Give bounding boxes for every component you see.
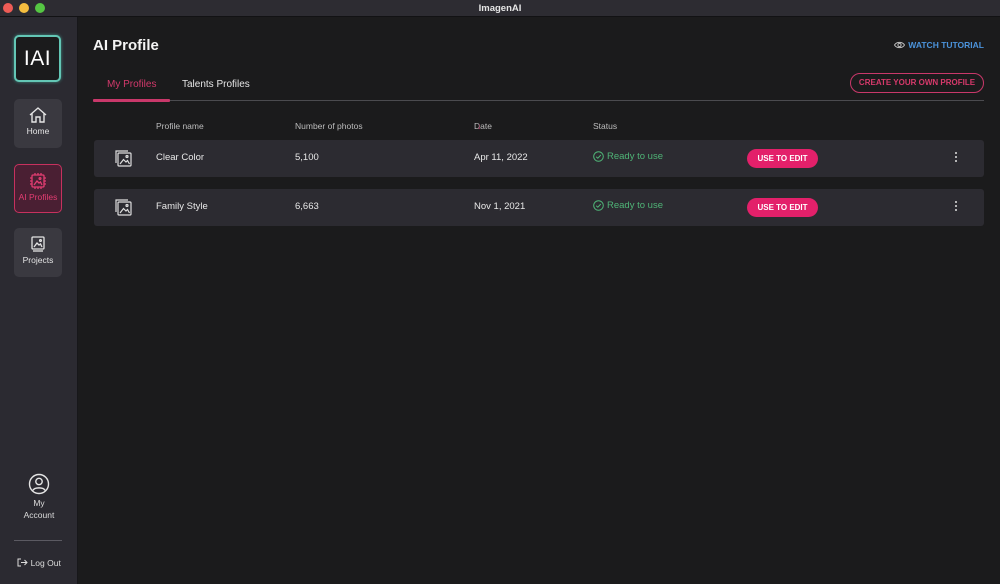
eye-icon	[894, 41, 906, 49]
use-to-edit-button[interactable]: USE TO EDIT	[747, 149, 818, 168]
sidebar-item-label: Home	[26, 126, 50, 136]
profile-date: Apr 11, 2022	[474, 152, 528, 163]
tab-my-profiles[interactable]: My Profiles	[107, 79, 156, 90]
profile-name: Family Style	[156, 201, 208, 212]
watch-tutorial-link[interactable]: WATCH TUTORIAL	[894, 40, 984, 50]
app-title: ImagenAI	[478, 3, 522, 14]
sidebar-item-label: AI Profiles	[18, 192, 58, 202]
create-profile-button[interactable]: CREATE YOUR OWN PROFILE	[850, 73, 984, 93]
title-bar: ImagenAI	[0, 0, 1000, 17]
my-account-button[interactable]: My Account	[0, 473, 78, 521]
column-header-status[interactable]: Status	[593, 121, 617, 131]
sidebar-item-label: Projects	[22, 255, 54, 265]
sidebar-item-projects[interactable]: Projects	[14, 228, 62, 277]
app-logo: IAI	[14, 35, 61, 82]
account-label-line2: Account	[23, 510, 55, 520]
column-header-photos[interactable]: Number of photos	[295, 121, 363, 131]
sort-desc-icon: ↓	[477, 121, 482, 131]
ai-chip-icon	[30, 173, 46, 189]
more-options-icon[interactable]	[952, 152, 960, 166]
log-out-label: Log Out	[30, 557, 61, 568]
account-label-line1: My	[33, 498, 45, 508]
photo-count: 6,663	[295, 201, 319, 212]
check-circle-icon	[593, 151, 604, 162]
status-badge: Ready to use	[593, 200, 663, 211]
table-row[interactable]: Family Style 6,663 Nov 1, 2021 Ready to …	[94, 189, 984, 226]
status-text: Ready to use	[607, 151, 663, 162]
sidebar: IAI Home AI Profiles Projects My Account…	[0, 17, 78, 584]
table-header: Profile name Number of photos Date ↓ Stat…	[94, 121, 984, 133]
status-text: Ready to use	[607, 200, 663, 211]
account-icon	[28, 473, 50, 495]
sidebar-item-ai-profiles[interactable]: AI Profiles	[14, 164, 62, 213]
projects-icon	[31, 236, 45, 252]
status-badge: Ready to use	[593, 151, 663, 162]
home-icon	[29, 107, 47, 123]
page-title: AI Profile	[93, 37, 159, 54]
use-to-edit-button[interactable]: USE TO EDIT	[747, 198, 818, 217]
column-header-profile-name[interactable]: Profile name	[156, 121, 204, 131]
log-out-button[interactable]: Log Out	[0, 557, 78, 568]
table-row[interactable]: Clear Color 5,100 Apr 11, 2022 Ready to …	[94, 140, 984, 177]
tab-talents-profiles[interactable]: Talents Profiles	[182, 79, 250, 90]
profile-image-icon	[115, 150, 132, 167]
active-tab-indicator	[93, 99, 170, 102]
more-options-icon[interactable]	[952, 201, 960, 215]
watch-tutorial-label: WATCH TUTORIAL	[908, 40, 984, 50]
main-content: AI Profile WATCH TUTORIAL My Profiles Ta…	[79, 17, 1000, 584]
profile-date: Nov 1, 2021	[474, 201, 526, 212]
sidebar-divider	[14, 540, 62, 541]
profile-name: Clear Color	[156, 152, 205, 163]
photo-count: 5,100	[295, 152, 319, 163]
sidebar-item-home[interactable]: Home	[14, 99, 62, 148]
log-out-icon	[17, 558, 28, 567]
check-circle-icon	[593, 200, 604, 211]
profile-image-icon	[115, 199, 132, 216]
